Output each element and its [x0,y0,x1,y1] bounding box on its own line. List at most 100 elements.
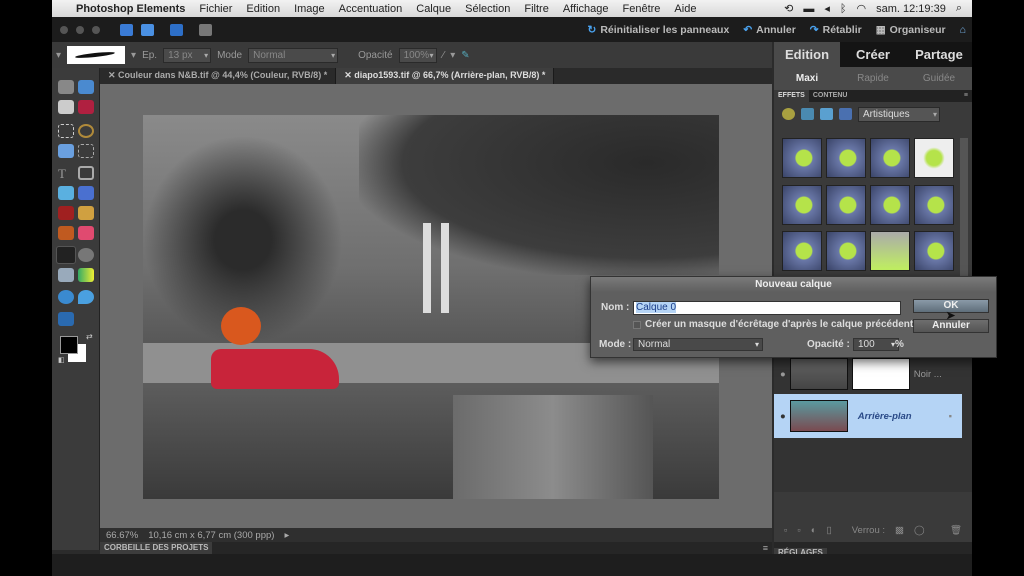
gradient-tool-icon[interactable] [78,268,94,282]
effects-category-select[interactable]: Artistiques [858,106,940,122]
lock-transparency-icon[interactable]: ▩ [895,525,904,536]
foreground-color-swatch[interactable] [60,336,78,354]
clipping-mask-checkbox[interactable] [633,321,641,329]
straighten-tool-icon[interactable] [78,186,94,200]
effect-thumbnail[interactable] [782,184,822,225]
organizer-button[interactable]: ▦ Organiseur [876,24,946,36]
new-file-icon[interactable] [120,23,133,36]
layer-visibility-icon[interactable]: ● [780,369,786,380]
menu-fenetre[interactable]: Fenêtre [623,3,661,15]
zoom-level[interactable]: 66.67% [106,530,138,541]
new-group-icon[interactable]: ▫ [797,525,800,536]
reset-panels-button[interactable]: ↻ Réinitialiser les panneaux [588,24,730,36]
effects-scrollbar[interactable] [960,138,968,288]
dialog-opacity-field[interactable]: 100 [853,338,899,351]
menu-filtre[interactable]: Filtre [524,3,548,15]
swap-colors-icon[interactable]: ⇄ [86,332,93,341]
effect-thumbnail[interactable] [870,231,910,272]
default-colors-icon[interactable]: ◧ [58,356,65,364]
save-icon[interactable] [141,23,154,36]
magic-wand-tool-icon[interactable] [58,144,74,158]
bluetooth-icon[interactable]: ᛒ [840,3,847,15]
move-tool-icon[interactable] [58,80,74,94]
tab-edition[interactable]: Edition [774,42,840,67]
zoom-window-button[interactable] [92,25,100,34]
all-effects-icon[interactable] [839,108,852,120]
effect-thumbnail[interactable] [826,138,866,178]
paint-bucket-tool-icon[interactable] [58,268,74,282]
project-bin-menu-icon[interactable]: ≡ [763,543,772,553]
effect-thumbnail[interactable] [870,138,910,178]
tab-guidee[interactable]: Guidée [906,67,972,90]
crop-tool-icon[interactable] [78,166,94,180]
opacity-field[interactable]: 100% [398,47,437,63]
tab-creer[interactable]: Créer [840,42,906,67]
redo-button[interactable]: ↷ Rétablir [810,24,862,36]
smart-brush-tool-icon[interactable] [78,248,94,262]
time-machine-icon[interactable]: ⟲ [784,2,793,15]
healing-brush-tool-icon[interactable] [78,206,94,220]
zoom-tool-icon[interactable] [78,80,94,94]
layer-row-selected[interactable]: ● Arrière-plan ▪ [774,394,962,438]
adjustment-layer-icon[interactable]: ◐ [811,525,817,536]
effect-thumbnail[interactable] [914,231,954,272]
status-menu-arrow[interactable]: ▸ [284,530,289,541]
new-layer-icon[interactable]: ▫ [784,525,787,536]
layer-row[interactable]: ● Noir ... [774,356,962,392]
menu-image[interactable]: Image [294,3,325,15]
tab-maxi[interactable]: Maxi [774,67,840,90]
lock-all-icon[interactable]: ◯ [914,525,925,536]
lasso-tool-icon[interactable] [78,124,94,138]
dialog-mode-select[interactable]: Normal [633,338,763,351]
tool-preset-dropdown[interactable]: ▾ [56,50,61,61]
delete-layer-icon[interactable]: 🗑 [950,525,962,536]
effect-thumbnail[interactable] [870,184,910,225]
close-window-button[interactable] [60,25,68,34]
sponge-tool-icon[interactable] [58,312,74,326]
menu-affichage[interactable]: Affichage [563,3,609,15]
marquee-tool-icon[interactable] [58,124,74,138]
project-bin-tab[interactable]: CORBEILLE DES PROJETS [100,542,213,554]
eyedropper-tool-icon[interactable] [78,100,94,114]
eraser-tool-icon[interactable] [78,226,94,240]
home-icon[interactable]: ⌂ [960,24,966,36]
effect-thumbnail[interactable] [782,231,822,272]
workspace-layout-icon[interactable] [199,23,212,36]
menu-aide[interactable]: Aide [674,3,696,15]
undo-button[interactable]: ↶ Annuler [743,24,795,36]
brush-size-field[interactable]: 13 px [163,47,212,63]
menu-edition[interactable]: Edition [246,3,280,15]
tab-document-1[interactable]: ✕ Couleur dans N&B.tif @ 44,4% (Couleur,… [100,68,337,84]
effect-thumbnail[interactable] [914,184,954,225]
tab-partage[interactable]: Partage [906,42,972,67]
layer-name-input[interactable]: Calque 0 [633,301,901,315]
filters-icon[interactable] [782,108,795,120]
panel-menu-icon[interactable]: ≡ [960,90,972,102]
quick-selection-tool-icon[interactable] [78,144,94,158]
minimize-window-button[interactable] [76,25,84,34]
cookie-cutter-tool-icon[interactable] [58,186,74,200]
brush-dropdown[interactable]: ▾ [131,50,136,61]
tab-rapide[interactable]: Rapide [840,67,906,90]
clock[interactable]: sam. 12:19:39 [876,3,946,15]
help-icon[interactable] [170,23,183,36]
menu-app-name[interactable]: Photoshop Elements [76,3,185,15]
effect-thumbnail[interactable] [914,138,954,178]
layer-visibility-icon[interactable]: ● [780,411,786,422]
volume-icon[interactable]: ◂ [824,2,830,15]
spotlight-search-icon[interactable]: ⌕ [956,2,962,15]
shape-tool-icon[interactable] [58,290,74,304]
menu-calque[interactable]: Calque [416,3,451,15]
type-tool-icon[interactable]: T [58,166,74,181]
tab-effets[interactable]: EFFETS [774,90,809,102]
airbrush-icon[interactable]: ⁄ [443,50,445,61]
brush-tool-icon[interactable] [56,246,76,264]
tab-contenu[interactable]: CONTENU [809,90,852,102]
red-eye-tool-icon[interactable] [58,206,74,220]
menu-accentuation[interactable]: Accentuation [339,3,403,15]
clone-stamp-tool-icon[interactable] [58,226,74,240]
effect-thumbnail[interactable] [826,184,866,225]
hand-tool-icon[interactable] [58,100,74,114]
effect-thumbnail[interactable] [826,231,866,272]
blur-tool-icon[interactable] [78,290,94,304]
